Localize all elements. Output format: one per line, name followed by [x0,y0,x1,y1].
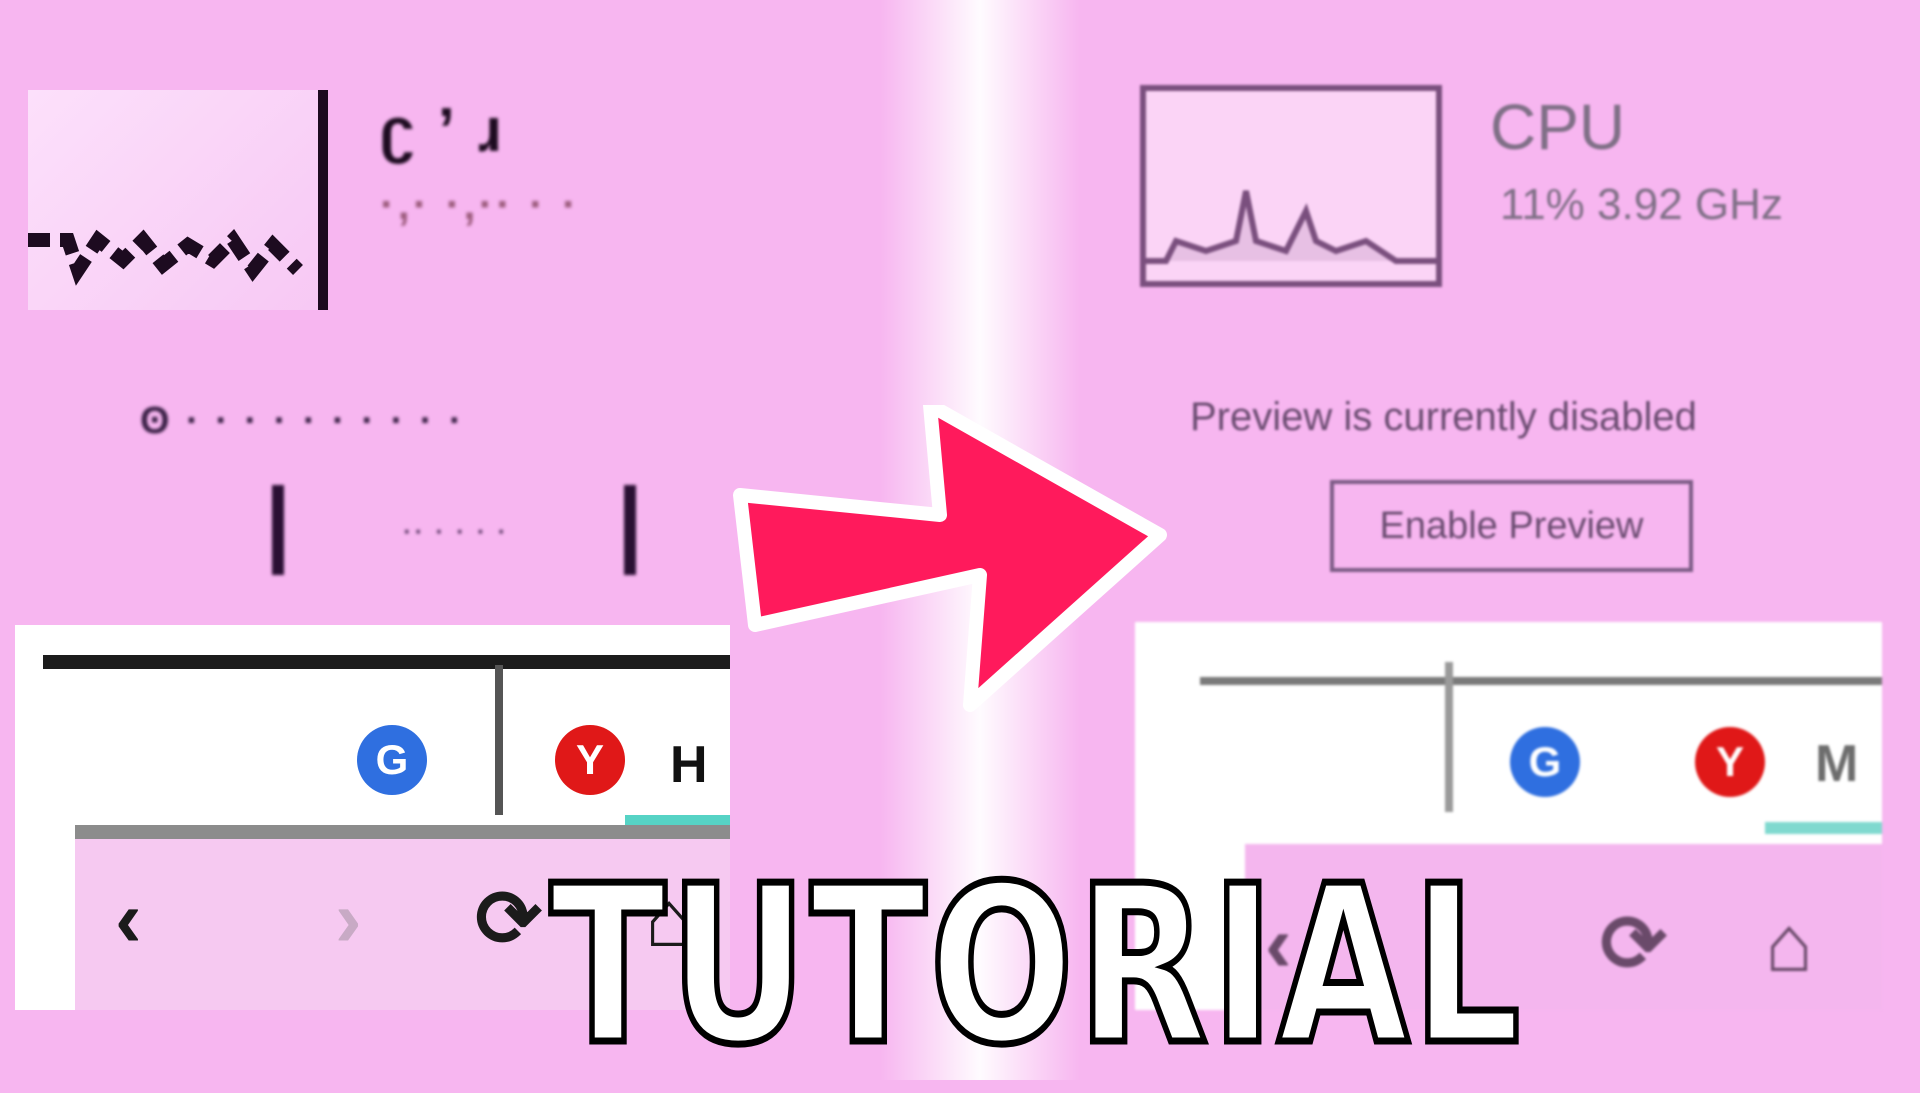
enable-preview-button[interactable]: Enable Preview [1330,480,1693,572]
pixelated-cpu-graph [28,90,328,310]
pixelated-cpu-stats: ·,· ·,·· · · [380,180,580,229]
pixelated-cpu-title: ʗ ʼ ɹ [380,96,506,165]
youtube-favicon-icon[interactable]: Y [1695,727,1765,797]
preview-disabled-message: Preview is currently disabled [1190,395,1697,439]
tab-divider [495,665,503,815]
tab-strip-border [43,655,730,669]
cpu-graph-line [1146,190,1436,264]
tab-strip-border [1200,677,1882,685]
cpu-usage-graph [1140,85,1442,287]
active-tab-indicator [1765,822,1882,834]
tab-label[interactable]: M [1815,734,1858,794]
reload-icon[interactable]: ⟳ [1600,904,1667,984]
youtube-favicon-icon[interactable]: Y [555,725,625,795]
cpu-stats: 11% 3.92 GHz [1500,180,1783,229]
pixelated-graph-line [28,229,303,286]
tab-divider [1445,662,1453,812]
tab-label[interactable]: H [670,735,708,795]
google-favicon-icon[interactable]: G [357,725,427,795]
pixelated-enable-button[interactable]: ·· · · · · [272,485,636,575]
google-favicon-icon[interactable]: G [1510,727,1580,797]
tutorial-title: TUTORIAL [547,840,1524,1093]
forward-icon[interactable]: › [335,879,362,959]
after-panel: CPU 11% 3.92 GHz Preview is currently di… [1060,0,1920,600]
home-icon[interactable]: ⌂ [1765,904,1813,984]
cpu-title: CPU [1490,91,1626,163]
reload-icon[interactable]: ⟳ [475,879,542,959]
back-icon[interactable]: ‹ [115,879,142,959]
graph-border-line [318,90,328,310]
pixelated-preview-message: ʘ · · · · · · · · · · [140,400,465,442]
